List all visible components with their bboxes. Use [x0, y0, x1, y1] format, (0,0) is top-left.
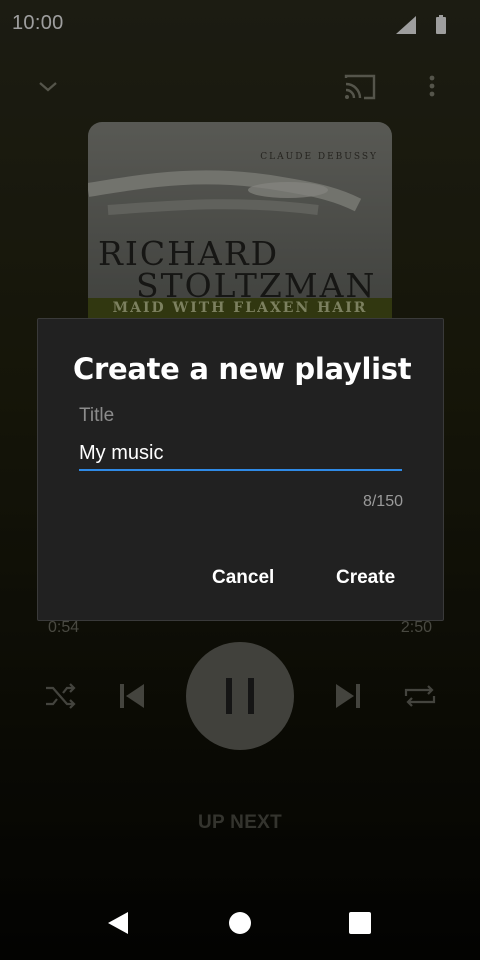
- cancel-button[interactable]: Cancel: [206, 563, 280, 593]
- title-field-label: Title: [79, 405, 115, 426]
- playlist-title-input[interactable]: [79, 437, 402, 471]
- char-counter: 8/150: [362, 493, 403, 510]
- create-button[interactable]: Create: [330, 563, 401, 593]
- home-icon[interactable]: [229, 912, 251, 934]
- recents-icon[interactable]: [349, 912, 371, 934]
- back-icon[interactable]: [106, 910, 132, 936]
- dialog-title: Create a new playlist: [73, 352, 412, 386]
- create-playlist-dialog: Create a new playlist Title 8/150 Cancel…: [37, 318, 444, 621]
